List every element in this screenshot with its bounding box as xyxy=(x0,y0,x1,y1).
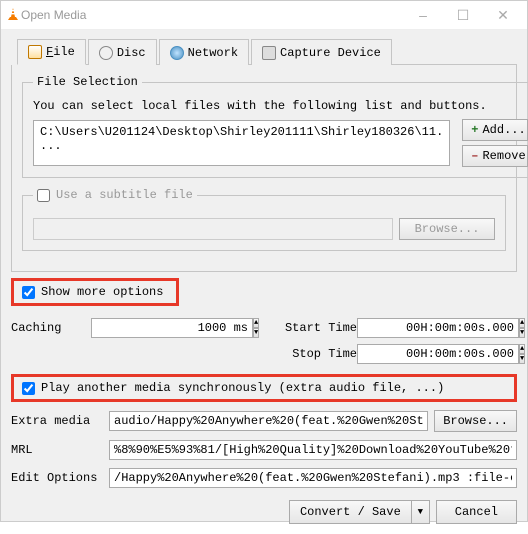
add-button[interactable]: + Add... xyxy=(462,119,528,141)
subtitle-browse-label: Browse... xyxy=(415,222,480,236)
open-media-window: Open Media – ☐ ✕ File Disc Network Captu… xyxy=(0,0,528,522)
extra-media-label: Extra media xyxy=(11,414,103,428)
extra-browse-label: Browse... xyxy=(443,414,508,428)
caching-down[interactable]: ▼ xyxy=(253,328,259,338)
capture-icon xyxy=(262,46,276,60)
start-time-label: Start Time xyxy=(277,321,357,335)
file-selection-group: File Selection You can select local file… xyxy=(22,75,528,178)
convert-save-dropdown[interactable]: ▼ xyxy=(412,500,430,524)
mrl-label: MRL xyxy=(11,443,103,457)
remove-button-label: Remove xyxy=(482,149,525,163)
remove-button[interactable]: – Remove xyxy=(462,145,528,167)
play-sync-checkbox[interactable]: Play another media synchronously (extra … xyxy=(22,381,506,395)
start-time-spinner[interactable]: ▲▼ xyxy=(357,318,517,338)
tab-network-label: Network xyxy=(188,46,238,60)
edit-options-input[interactable] xyxy=(109,468,517,488)
options-grid: Caching ▲▼ Start Time ▲▼ Stop Time ▲▼ xyxy=(11,318,517,364)
caching-label: Caching xyxy=(11,321,91,335)
mrl-row: MRL xyxy=(11,440,517,460)
show-more-highlight: Show more options xyxy=(11,278,179,306)
tab-network[interactable]: Network xyxy=(159,39,249,65)
add-button-label: Add... xyxy=(482,123,525,137)
tab-file[interactable]: File xyxy=(17,39,86,65)
mrl-input[interactable] xyxy=(109,440,517,460)
tab-capture-label: Capture Device xyxy=(280,46,381,60)
extra-media-input[interactable] xyxy=(109,411,428,431)
file-list-item: C:\Users\U201124\Desktop\Shirley201111\S… xyxy=(40,125,443,153)
tab-disc-label: Disc xyxy=(117,46,146,60)
subtitle-path-input xyxy=(33,218,393,240)
extra-browse-button[interactable]: Browse... xyxy=(434,410,517,432)
start-up[interactable]: ▲ xyxy=(519,318,525,328)
stop-time-label: Stop Time xyxy=(277,347,357,361)
titlebar: Open Media – ☐ ✕ xyxy=(1,1,527,30)
subtitle-browse-button: Browse... xyxy=(399,218,495,240)
tab-bar: File Disc Network Capture Device xyxy=(17,38,517,65)
tab-capture[interactable]: Capture Device xyxy=(251,39,392,65)
play-sync-check[interactable] xyxy=(22,382,35,395)
start-time-input[interactable] xyxy=(357,318,519,338)
maximize-button[interactable]: ☐ xyxy=(443,1,483,29)
extra-media-row: Extra media Browse... xyxy=(11,410,517,432)
show-more-check[interactable] xyxy=(22,286,35,299)
minus-icon: – xyxy=(471,150,478,162)
stop-time-spinner[interactable]: ▲▼ xyxy=(357,344,517,364)
caching-up[interactable]: ▲ xyxy=(253,318,259,328)
file-panel: File Selection You can select local file… xyxy=(11,65,517,272)
file-icon xyxy=(28,45,42,59)
convert-save-label: Convert / Save xyxy=(289,500,412,524)
edit-options-row: Edit Options xyxy=(11,468,517,488)
footer-bar: Convert / Save ▼ Cancel xyxy=(11,492,517,524)
caching-input[interactable] xyxy=(91,318,253,338)
tab-disc[interactable]: Disc xyxy=(88,39,157,65)
use-subtitle-check[interactable] xyxy=(37,189,50,202)
caching-spinner[interactable]: ▲▼ xyxy=(91,318,191,338)
network-icon xyxy=(170,46,184,60)
content-area: File Disc Network Capture Device File Se… xyxy=(1,30,527,534)
tab-file-label: File xyxy=(46,45,75,59)
stop-up[interactable]: ▲ xyxy=(519,344,525,354)
minimize-button[interactable]: – xyxy=(403,1,443,29)
play-sync-highlight: Play another media synchronously (extra … xyxy=(11,374,517,402)
file-list[interactable]: C:\Users\U201124\Desktop\Shirley201111\S… xyxy=(33,120,450,166)
use-subtitle-checkbox[interactable]: Use a subtitle file xyxy=(37,188,193,202)
window-title: Open Media xyxy=(21,8,86,22)
stop-time-input[interactable] xyxy=(357,344,519,364)
convert-save-button[interactable]: Convert / Save ▼ xyxy=(289,500,430,524)
cancel-label: Cancel xyxy=(455,505,498,519)
edit-options-label: Edit Options xyxy=(11,471,103,485)
file-selection-legend: File Selection xyxy=(33,75,142,89)
disc-icon xyxy=(99,46,113,60)
show-more-checkbox[interactable]: Show more options xyxy=(22,285,168,299)
cancel-button[interactable]: Cancel xyxy=(436,500,517,524)
use-subtitle-label: Use a subtitle file xyxy=(56,188,193,202)
close-button[interactable]: ✕ xyxy=(483,1,523,29)
file-selection-hint: You can select local files with the foll… xyxy=(33,99,528,113)
subtitle-group: Use a subtitle file Browse... xyxy=(22,188,506,251)
play-sync-label: Play another media synchronously (extra … xyxy=(41,381,444,395)
start-down[interactable]: ▼ xyxy=(519,328,525,338)
stop-down[interactable]: ▼ xyxy=(519,354,525,364)
show-more-label: Show more options xyxy=(41,285,163,299)
vlc-icon xyxy=(5,7,21,23)
plus-icon: + xyxy=(471,124,478,136)
